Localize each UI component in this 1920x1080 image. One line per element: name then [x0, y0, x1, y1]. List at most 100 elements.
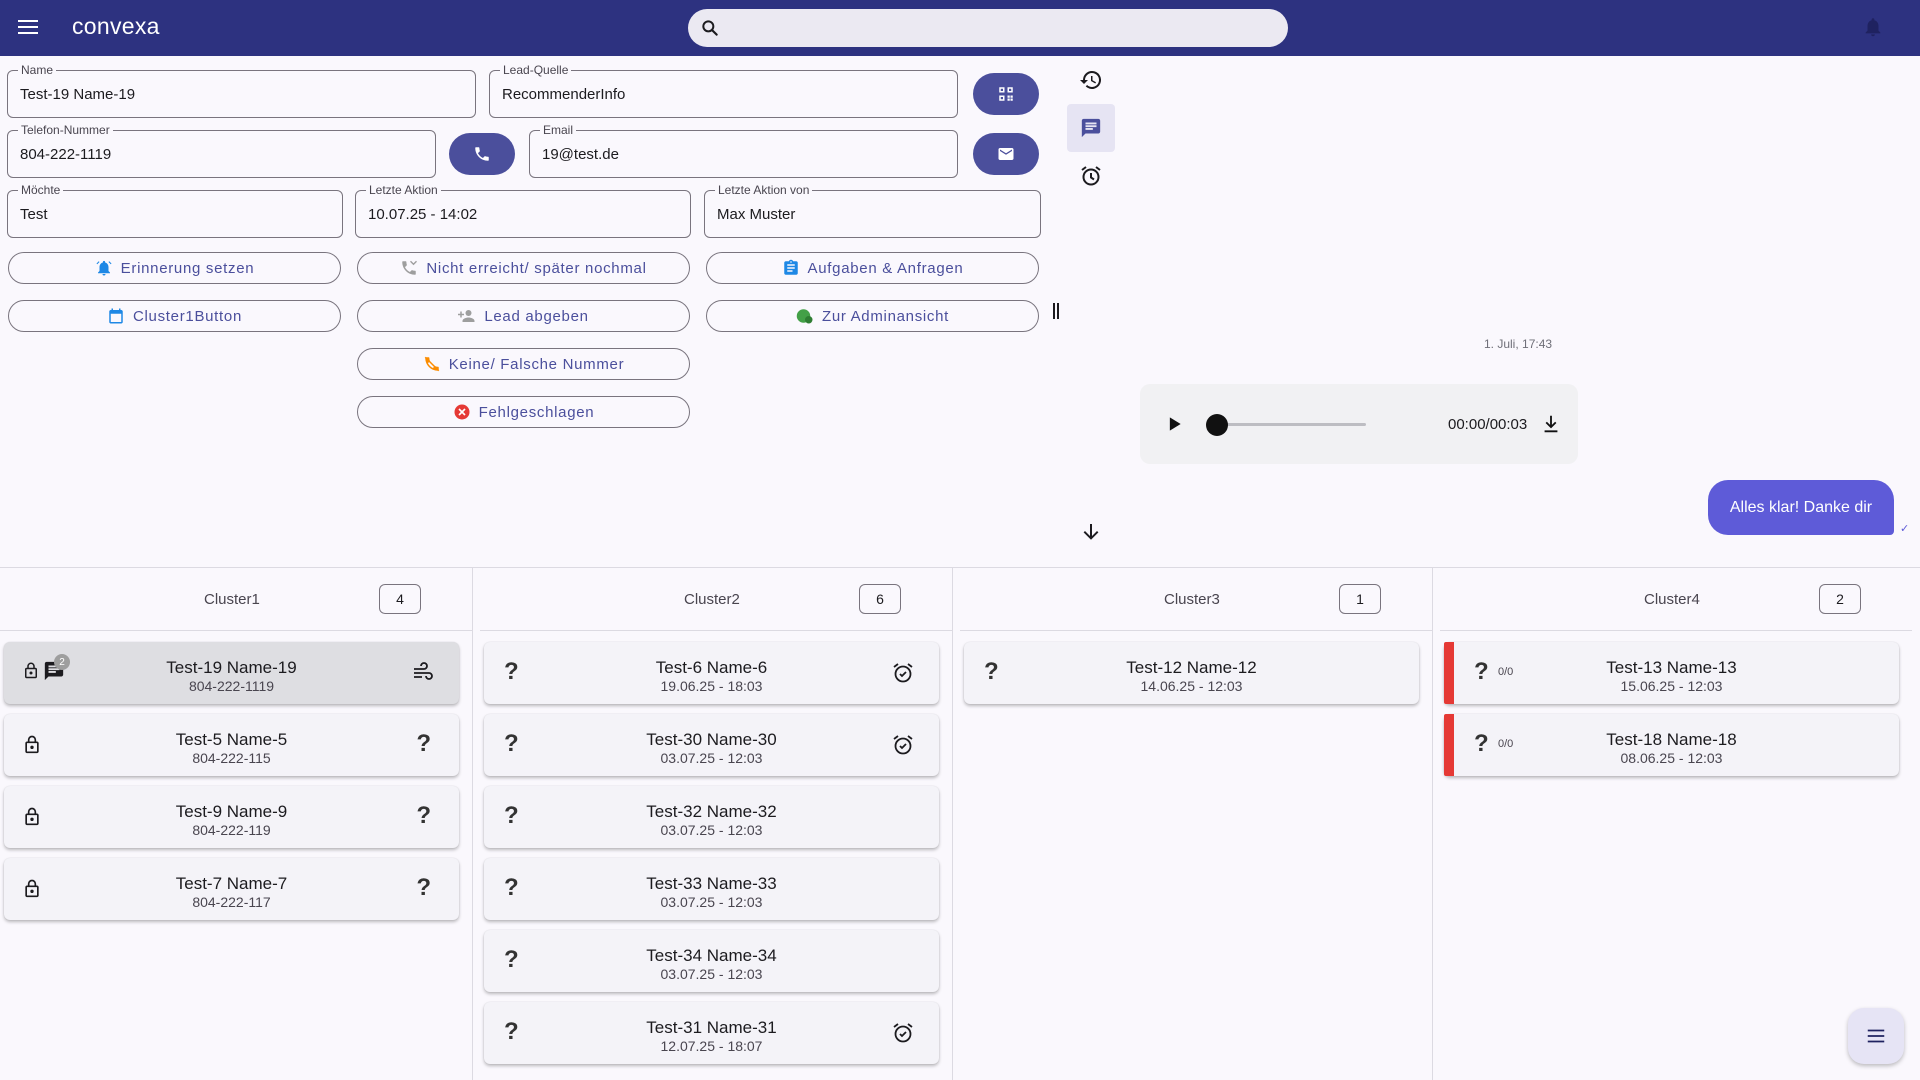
alarm-tab[interactable]: [1067, 152, 1115, 200]
lead-date: 03.07.25 - 12:03: [660, 822, 763, 838]
calendar-icon: [109, 308, 123, 324]
panel-resize-handle[interactable]: [1053, 303, 1059, 319]
lead-card[interactable]: Test-9 Name-9 804-222-119 ?: [4, 786, 459, 848]
admin-view-button[interactable]: Zur Adminansicht: [706, 300, 1039, 332]
lead-card[interactable]: ? Test-30 Name-30 03.07.25 - 12:03: [484, 714, 939, 776]
phone-input[interactable]: [20, 131, 423, 177]
person-add-icon: [458, 310, 475, 322]
lead-source-input[interactable]: [502, 71, 945, 117]
play-icon[interactable]: [1164, 414, 1184, 434]
audio-seek-track[interactable]: [1216, 423, 1366, 426]
failed-button[interactable]: Fehlgeschlagen: [357, 396, 690, 428]
column-header: Cluster4 2: [1440, 568, 1912, 631]
arrow-down-icon[interactable]: [1079, 520, 1103, 544]
lead-card[interactable]: ? Test-31 Name-31 12.07.25 - 18:07: [484, 1002, 939, 1064]
lead-card[interactable]: 2 Test-19 Name-19 804-222-1119: [4, 642, 459, 704]
lead-card[interactable]: Test-5 Name-5 804-222-115 ?: [4, 714, 459, 776]
board-column-cluster2: Cluster2 6 ? Test-6 Name-6 19.06.25 - 18…: [480, 568, 952, 1080]
chat-tab[interactable]: [1067, 104, 1115, 152]
qr-code-button[interactable]: [973, 73, 1039, 115]
search-icon[interactable]: [700, 18, 720, 38]
lead-name: Test-13 Name-13: [1606, 658, 1737, 677]
cluster1-button[interactable]: Cluster1Button: [8, 300, 341, 332]
lead-card[interactable]: Test-7 Name-7 804-222-117 ?: [4, 858, 459, 920]
wrong-number-button[interactable]: Keine/ Falsche Nummer: [357, 348, 690, 380]
last-action-by-input[interactable]: [717, 191, 1028, 237]
lead-card[interactable]: ? Test-6 Name-6 19.06.25 - 18:03: [484, 642, 939, 704]
lead-source-field[interactable]: Lead-Quelle: [489, 63, 958, 118]
tasks-requests-button[interactable]: Aufgaben & Anfragen: [706, 252, 1039, 284]
lead-name: Test-7 Name-7: [175, 874, 288, 893]
search-bar[interactable]: [688, 9, 1288, 47]
alarm-check-icon: [893, 735, 913, 755]
unknown-status-mark: ?: [416, 874, 431, 901]
column-title: Cluster3: [1164, 591, 1220, 608]
column-separator: [472, 568, 473, 1080]
last-action-input[interactable]: [368, 191, 678, 237]
lead-card[interactable]: ? 0/0 Test-18 Name-18 08.06.25 - 12:03: [1444, 714, 1899, 776]
last-action-by-field[interactable]: Letzte Aktion von: [704, 183, 1041, 238]
lead-date: 03.07.25 - 12:03: [660, 894, 763, 910]
lead-card[interactable]: ? Test-12 Name-12 14.06.25 - 12:03: [964, 642, 1419, 704]
column-title: Cluster2: [684, 591, 740, 608]
last-action-field[interactable]: Letzte Aktion: [355, 183, 691, 238]
column-header: Cluster1 4: [0, 568, 472, 631]
cancel-icon: [454, 404, 470, 420]
board-column-cluster3: Cluster3 1 ? Test-12 Name-12 14.06.25 - …: [960, 568, 1432, 1080]
lead-card[interactable]: ? 0/0 Test-13 Name-13 15.06.25 - 12:03: [1444, 642, 1899, 704]
app-brand: convexa: [72, 13, 160, 39]
mail-icon: [998, 148, 1014, 160]
notification-bell-icon[interactable]: [1862, 16, 1884, 38]
lead-date: 12.07.25 - 18:07: [660, 1038, 763, 1054]
lead-date: 14.06.25 - 12:03: [1140, 678, 1243, 694]
lead-name: Test-19 Name-19: [166, 658, 297, 677]
wrong-number-label: Keine/ Falsche Nummer: [448, 355, 625, 373]
phone-icon: [475, 147, 489, 161]
chat-message-bubble: Alles klar! Danke dir: [1708, 480, 1894, 535]
floating-menu-button[interactable]: [1848, 1008, 1904, 1064]
phone-disabled-icon: [424, 356, 439, 372]
audio-seek-thumb[interactable]: [1206, 414, 1228, 436]
search-input[interactable]: [732, 9, 1272, 47]
email-field[interactable]: Email: [529, 123, 958, 178]
not-reached-button[interactable]: Nicht erreicht/ später nochmal: [357, 252, 690, 284]
name-input[interactable]: [20, 71, 463, 117]
name-field[interactable]: Name: [7, 63, 476, 118]
column-title: Cluster1: [204, 591, 260, 608]
email-input[interactable]: [542, 131, 945, 177]
send-email-button[interactable]: [973, 133, 1039, 175]
message-timestamp: 1. Juli, 17:43: [1484, 337, 1553, 351]
chat-icon: [1081, 118, 1101, 138]
lead-phone: 804-222-117: [192, 894, 271, 910]
hand-over-lead-button[interactable]: Lead abgeben: [357, 300, 690, 332]
board-column-cluster4: Cluster4 2 ? 0/0 Test-13 Name-13 15.06.2…: [1440, 568, 1912, 1080]
lead-card[interactable]: ? Test-33 Name-33 03.07.25 - 12:03: [484, 858, 939, 920]
menu-icon[interactable]: [16, 16, 40, 40]
call-button[interactable]: [449, 133, 515, 175]
wants-field[interactable]: Möchte: [7, 183, 343, 238]
set-reminder-button[interactable]: Erinnerung setzen: [8, 252, 341, 284]
wants-input[interactable]: [20, 191, 330, 237]
wind-icon: [414, 662, 433, 680]
audio-time: 00:00/00:03: [1448, 416, 1528, 433]
menu-lines-icon: [1867, 1029, 1885, 1043]
lead-name: Test-5 Name-5: [175, 730, 288, 749]
tasks-requests-label: Aufgaben & Anfragen: [807, 259, 964, 277]
missed-call-icon: [402, 260, 418, 275]
column-count: 6: [859, 584, 901, 614]
column-title: Cluster4: [1644, 591, 1700, 608]
history-icon: [1080, 70, 1102, 89]
column-separator: [1432, 568, 1433, 1080]
lead-card[interactable]: ? Test-34 Name-34 03.07.25 - 12:03: [484, 930, 939, 992]
column-count: 2: [1819, 584, 1861, 614]
hand-over-lead-label: Lead abgeben: [484, 307, 589, 325]
phone-field[interactable]: Telefon-Nummer: [7, 123, 436, 178]
column-header: Cluster3 1: [960, 568, 1432, 631]
download-icon[interactable]: [1540, 413, 1562, 435]
history-tab[interactable]: [1067, 56, 1115, 104]
lead-date: 03.07.25 - 12:03: [660, 750, 763, 766]
lead-card[interactable]: ? Test-32 Name-32 03.07.25 - 12:03: [484, 786, 939, 848]
lead-name: Test-33 Name-33: [646, 874, 777, 893]
lead-phone: 804-222-1119: [188, 678, 275, 694]
unknown-status-mark: ?: [416, 802, 431, 829]
